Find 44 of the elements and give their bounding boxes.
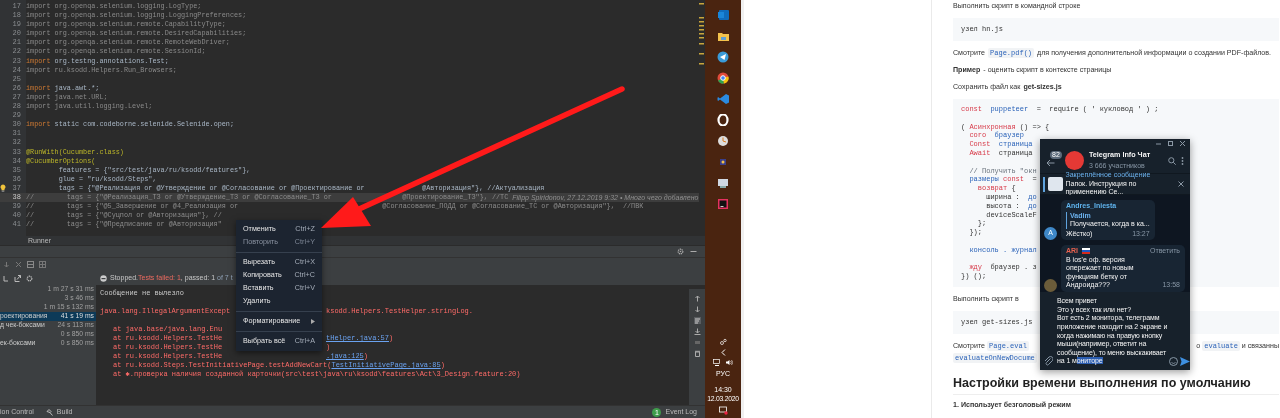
code-editor-icon[interactable] — [717, 93, 729, 105]
scroll-to-end-icon[interactable] — [693, 328, 701, 335]
folder-icon[interactable] — [717, 30, 729, 42]
clock-app-icon[interactable] — [717, 135, 729, 147]
submenu-caret-icon — [311, 319, 315, 324]
error-stripe-marks — [699, 3, 704, 65]
back-arrow-icon[interactable] — [1046, 158, 1055, 167]
paper-plane-app-icon[interactable] — [717, 51, 729, 63]
emoji-icon[interactable] — [1169, 357, 1179, 366]
close-icon[interactable] — [1178, 181, 1184, 187]
group-avatar — [1065, 151, 1084, 170]
settings-icon[interactable] — [677, 248, 684, 255]
volume-icon[interactable] — [725, 358, 733, 366]
trash-icon[interactable] — [693, 350, 701, 357]
arrow-up-icon[interactable] — [693, 295, 701, 302]
export-icon[interactable] — [14, 274, 21, 282]
thumbnail-image — [1047, 177, 1063, 191]
soft-wrap-icon[interactable] — [693, 317, 701, 324]
network-icon[interactable] — [713, 358, 721, 366]
remote-desktop-icon[interactable] — [717, 177, 729, 189]
close-icon[interactable] — [1180, 141, 1185, 146]
search-icon[interactable] — [1168, 156, 1176, 165]
minimize-icon[interactable] — [690, 248, 697, 255]
lightbulb-icon — [0, 184, 6, 193]
flag-icon — [1082, 248, 1091, 255]
stopped-icon — [100, 274, 107, 282]
ring-icon[interactable] — [717, 114, 729, 126]
chevron-left-icon[interactable] — [720, 348, 726, 356]
minimize-icon[interactable] — [1156, 141, 1161, 146]
mail-app-icon[interactable] — [717, 9, 729, 21]
layout-icon[interactable] — [27, 261, 34, 268]
send-icon[interactable] — [1180, 357, 1191, 366]
paperclip-icon[interactable] — [1044, 356, 1053, 366]
collapse-icon[interactable] — [3, 274, 9, 282]
hammer-icon — [45, 408, 53, 416]
photo-placeholder — [1044, 278, 1057, 292]
ide-app-icon[interactable] — [717, 198, 729, 210]
browser-icon[interactable] — [717, 72, 729, 84]
heading: Настройки времени выполнения по умолчанию — [953, 375, 1251, 390]
settings-icon[interactable] — [26, 274, 33, 282]
arrow-down-icon[interactable] — [693, 306, 701, 313]
notification-icon[interactable] — [718, 406, 728, 415]
maximize-icon[interactable] — [1168, 141, 1173, 146]
more-icon[interactable] — [1181, 156, 1184, 165]
